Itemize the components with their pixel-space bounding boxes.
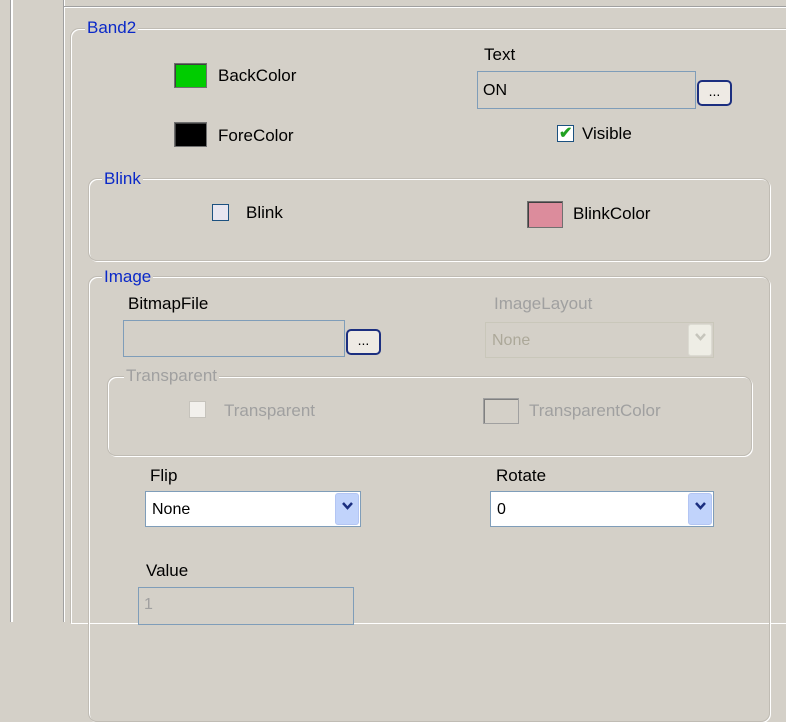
fore-color-label: ForeColor bbox=[218, 126, 294, 145]
image-layout-value: None bbox=[492, 332, 531, 349]
blink-color-label: BlinkColor bbox=[573, 204, 651, 223]
image-layout-dropdown-button bbox=[688, 324, 712, 356]
text-label: Text bbox=[484, 45, 516, 64]
band-legend: Band2 bbox=[85, 18, 139, 37]
visible-checkbox[interactable]: ✔ bbox=[557, 125, 574, 142]
image-legend: Image bbox=[102, 267, 154, 286]
rotate-value: 0 bbox=[497, 501, 506, 518]
panel-inner-border bbox=[63, 0, 65, 622]
bitmap-file-input[interactable] bbox=[123, 320, 345, 357]
check-mark-icon: ✔ bbox=[559, 125, 573, 142]
image-layout-label: ImageLayout bbox=[494, 294, 593, 313]
panel-top-border bbox=[64, 6, 786, 8]
flip-value: None bbox=[152, 501, 191, 518]
panel-left-border bbox=[10, 0, 13, 622]
value-label: Value bbox=[146, 561, 189, 580]
bitmap-file-label: BitmapFile bbox=[128, 294, 209, 313]
text-browse-button[interactable]: ... bbox=[697, 80, 732, 106]
back-color-label: BackColor bbox=[218, 66, 297, 85]
flip-select[interactable]: None bbox=[145, 491, 361, 527]
blink-group bbox=[88, 178, 770, 261]
transparent-checkbox bbox=[189, 401, 206, 418]
value-input: 1 bbox=[138, 587, 354, 625]
transparent-label: Transparent bbox=[224, 401, 316, 420]
back-color-swatch[interactable] bbox=[174, 63, 207, 88]
bitmap-browse-button[interactable]: ... bbox=[346, 329, 381, 355]
chevron-down-icon bbox=[695, 502, 706, 510]
visible-label: Visible bbox=[582, 124, 632, 143]
text-input[interactable]: ON bbox=[477, 71, 696, 109]
image-layout-select: None bbox=[485, 322, 714, 358]
transparent-color-label: TransparentColor bbox=[529, 401, 661, 420]
transparent-legend: Transparent bbox=[124, 366, 220, 385]
blink-checkbox[interactable] bbox=[212, 204, 229, 221]
blink-legend: Blink bbox=[102, 169, 143, 188]
blink-color-swatch[interactable] bbox=[527, 201, 563, 228]
transparent-color-swatch bbox=[483, 398, 519, 424]
flip-dropdown-button[interactable] bbox=[335, 493, 359, 525]
chevron-down-icon bbox=[342, 502, 353, 510]
rotate-dropdown-button[interactable] bbox=[688, 493, 712, 525]
flip-label: Flip bbox=[150, 466, 178, 485]
rotate-label: Rotate bbox=[496, 466, 547, 485]
blink-label: Blink bbox=[246, 203, 283, 222]
rotate-select[interactable]: 0 bbox=[490, 491, 714, 527]
fore-color-swatch[interactable] bbox=[174, 122, 207, 147]
chevron-down-icon bbox=[695, 333, 706, 341]
